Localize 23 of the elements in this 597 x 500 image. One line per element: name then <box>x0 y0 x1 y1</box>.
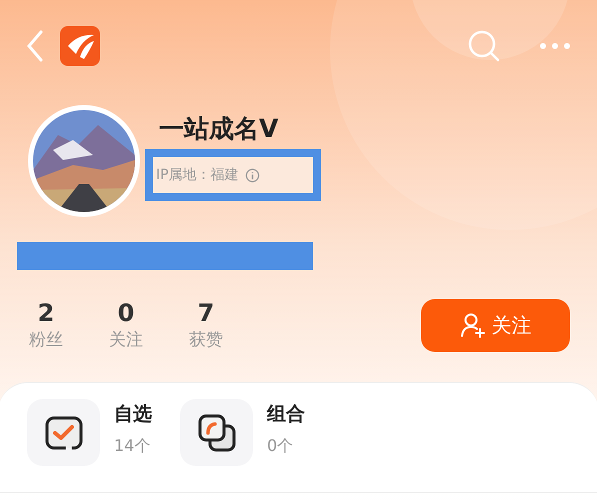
shortcut-title: 自选 <box>114 402 152 427</box>
stat-label: 关注 <box>109 329 143 352</box>
stat-label: 粉丝 <box>29 329 63 352</box>
ip-location: IP属地：福建 <box>156 166 239 184</box>
stat-label: 获赞 <box>189 329 223 352</box>
stat-value: 2 <box>38 298 54 328</box>
shortcut-count: 0个 <box>267 435 294 457</box>
username: 一站成名V <box>159 113 280 145</box>
info-icon[interactable] <box>244 168 260 182</box>
overlapping-squares-icon <box>196 412 236 452</box>
stat-value: 0 <box>118 298 134 328</box>
stat-value: 7 <box>198 298 214 328</box>
shortcut-title: 组合 <box>267 402 305 427</box>
app-logo-icon <box>60 26 100 66</box>
back-icon[interactable] <box>26 30 44 62</box>
follow-button[interactable]: 关注 <box>421 298 570 352</box>
shortcut-tile[interactable] <box>180 399 253 466</box>
checkbox-icon <box>44 414 84 450</box>
shortcut-count: 14个 <box>114 435 152 457</box>
add-user-icon <box>460 312 486 338</box>
shortcut-tile[interactable] <box>27 399 100 466</box>
more-icon[interactable] <box>539 42 571 50</box>
search-icon[interactable] <box>467 29 501 63</box>
